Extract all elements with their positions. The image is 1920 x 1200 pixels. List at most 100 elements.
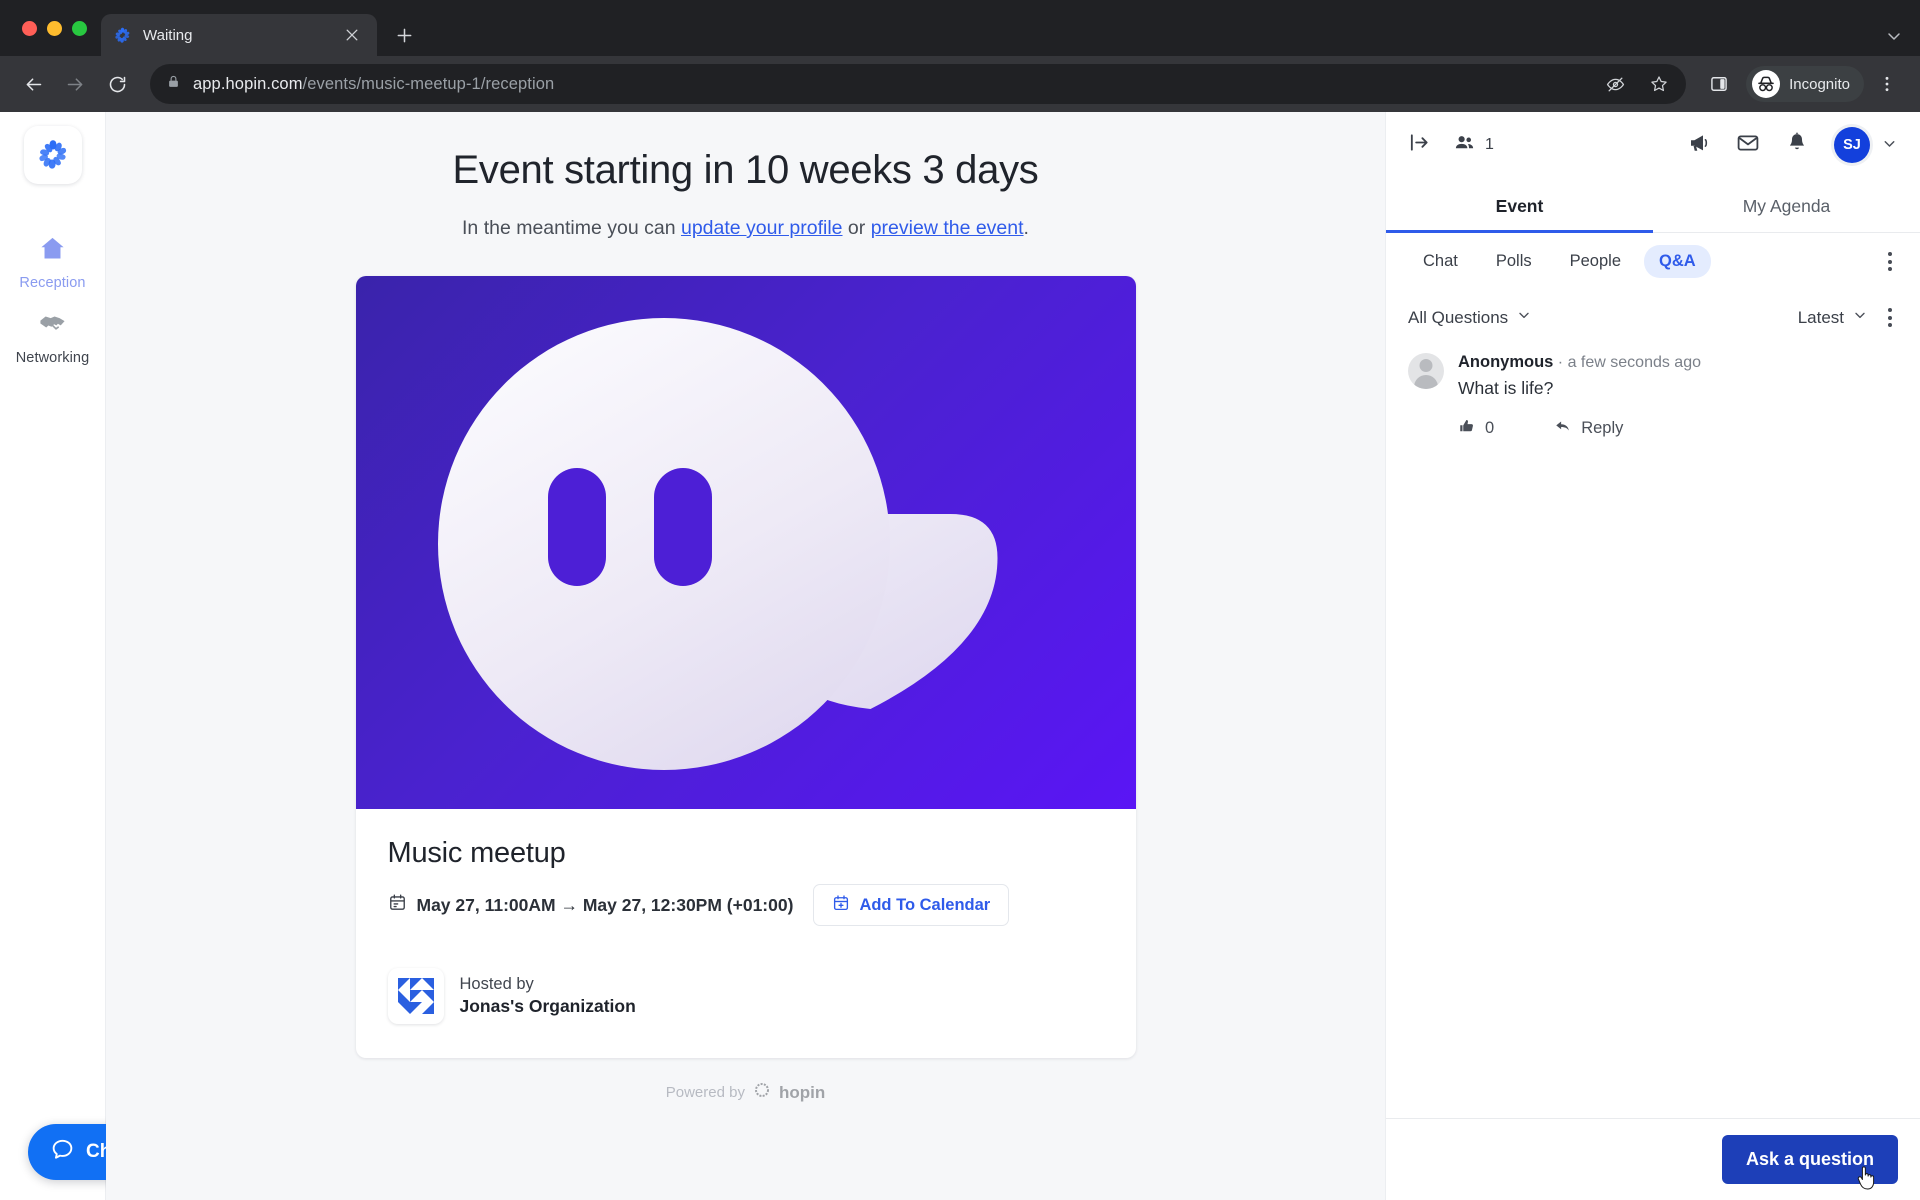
subtab-polls[interactable]: Polls [1481, 245, 1547, 278]
subtitle-or: or [842, 217, 871, 239]
url-path: /events/music-meetup-1/reception [302, 74, 555, 93]
powered-by-label: Powered by [665, 1084, 745, 1101]
panel-subtabs: Chat Polls People Q&A [1386, 233, 1920, 290]
eye-slash-icon[interactable] [1596, 65, 1634, 103]
address-bar-url: app.hopin.com/events/music-meetup-1/rece… [193, 75, 554, 94]
panel-tabs: Event My Agenda [1386, 178, 1920, 233]
ghost-eye-right [653, 468, 712, 586]
reply-arrow-icon [1554, 417, 1572, 440]
side-panel-icon[interactable] [1700, 65, 1738, 103]
page-content: Reception Networking Chat Event starting… [0, 112, 1920, 1200]
question-author-line: Anonymous · a few seconds ago [1458, 353, 1898, 372]
add-to-calendar-label: Add To Calendar [859, 895, 991, 914]
calendar-icon [388, 893, 407, 917]
panel-footer: Ask a question [1386, 1118, 1920, 1200]
url-host: app.hopin.com [193, 74, 303, 93]
reply-button[interactable]: Reply [1554, 417, 1623, 440]
minimize-window-button[interactable] [47, 20, 62, 36]
subtab-chat[interactable]: Chat [1408, 245, 1473, 278]
questions-filter-label: All Questions [1408, 307, 1509, 327]
ghost-illustration [355, 276, 1136, 809]
star-icon[interactable] [1640, 65, 1678, 103]
people-count[interactable]: 1 [1453, 131, 1494, 159]
questions-list: Anonymous · a few seconds ago What is li… [1386, 339, 1920, 1118]
panel-header: 1 SJ [1386, 112, 1920, 178]
tab-title: Waiting [143, 26, 193, 44]
collapse-panel-icon[interactable] [1408, 131, 1431, 159]
hopin-logo-icon [754, 1082, 770, 1103]
add-to-calendar-button[interactable]: Add To Calendar [813, 884, 1010, 926]
megaphone-icon[interactable] [1687, 131, 1711, 160]
forward-arrow-icon[interactable] [56, 65, 94, 103]
browser-window: Waiting app.hopin.com/events/music-meetu [0, 0, 1920, 1200]
avatar[interactable]: SJ [1834, 127, 1870, 163]
kebab-menu-icon[interactable] [1882, 246, 1898, 277]
tab-my-agenda[interactable]: My Agenda [1653, 178, 1920, 232]
envelope-icon[interactable] [1736, 131, 1760, 160]
hosted-by-label: Hosted by [459, 975, 534, 993]
bell-icon[interactable] [1785, 131, 1809, 160]
sort-dropdown[interactable]: Latest [1798, 307, 1868, 328]
event-card: Music meetup May 27, 11:00AM → May 27, 1… [355, 276, 1136, 1058]
incognito-indicator[interactable]: Incognito [1746, 66, 1864, 102]
questions-filter-dropdown[interactable]: All Questions [1408, 307, 1532, 328]
chevron-down-icon[interactable] [1881, 135, 1898, 155]
sidebar-item-label: Networking [15, 350, 90, 366]
address-bar[interactable]: app.hopin.com/events/music-meetup-1/rece… [150, 64, 1687, 104]
chevron-down-icon [1516, 307, 1532, 328]
ghost-eye-left [547, 468, 606, 586]
tab-event[interactable]: Event [1386, 178, 1653, 233]
default-avatar-icon [1408, 353, 1444, 389]
chevron-down-icon [1852, 307, 1868, 328]
page-subtitle: In the meantime you can update your prof… [462, 217, 1029, 240]
host-organization-name: Jonas's Organization [459, 996, 636, 1016]
kebab-menu-icon[interactable] [1882, 302, 1898, 333]
hopin-logo-icon[interactable] [23, 126, 82, 184]
event-host: Hosted by Jonas's Organization [387, 968, 1104, 1024]
incognito-icon [1752, 70, 1781, 98]
event-title: Music meetup [387, 837, 566, 869]
main-content: Event starting in 10 weeks 3 days In the… [106, 112, 1385, 1200]
list-item: Anonymous · a few seconds ago What is li… [1408, 353, 1898, 440]
people-icon [1453, 131, 1476, 159]
left-navigation-rail: Reception Networking Chat [0, 112, 155, 1200]
like-button[interactable]: 0 [1458, 417, 1494, 440]
people-count-value: 1 [1485, 136, 1494, 153]
subtab-qa[interactable]: Q&A [1644, 245, 1711, 278]
chat-bubble-icon [50, 1137, 75, 1167]
question-text: What is life? [1458, 378, 1554, 398]
reload-icon[interactable] [98, 65, 136, 103]
powered-by: Powered by hopin [666, 1082, 825, 1103]
kebab-menu-icon[interactable] [1868, 65, 1906, 103]
sidebar-item-reception[interactable]: Reception [0, 220, 105, 295]
close-icon[interactable] [339, 22, 365, 48]
subtab-people[interactable]: People [1555, 245, 1636, 278]
thumbs-up-icon [1458, 417, 1476, 440]
like-count: 0 [1485, 419, 1495, 437]
calendar-plus-icon [832, 894, 850, 917]
maximize-window-button[interactable] [72, 20, 87, 36]
window-controls [14, 0, 101, 56]
handshake-icon [38, 309, 67, 343]
new-tab-button[interactable] [387, 18, 421, 52]
subtitle-suffix: . [1023, 217, 1029, 239]
event-schedule: May 27, 11:00AM → May 27, 12:30PM (+01:0… [388, 893, 794, 917]
update-profile-link[interactable]: update your profile [681, 217, 843, 239]
preview-event-link[interactable]: preview the event [871, 217, 1024, 239]
event-side-panel: 1 SJ Event My Agenda Chat Polls People Q… [1385, 112, 1920, 1200]
tab-strip: Waiting [0, 0, 1920, 56]
back-arrow-icon[interactable] [14, 65, 52, 103]
page-title: Event starting in 10 weeks 3 days [452, 148, 1039, 192]
sidebar-item-label: Reception [19, 275, 86, 291]
question-separator: · [1557, 354, 1564, 371]
qa-filter-row: All Questions Latest [1386, 290, 1920, 339]
event-schedule-text: May 27, 11:00AM → May 27, 12:30PM (+01:0… [416, 894, 794, 915]
tab-search-button[interactable] [1884, 26, 1904, 46]
subtitle-prefix: In the meantime you can [462, 217, 681, 239]
question-timestamp: a few seconds ago [1567, 354, 1701, 371]
browser-tab[interactable]: Waiting [101, 14, 377, 56]
sidebar-item-networking[interactable]: Networking [0, 295, 105, 370]
browser-toolbar: app.hopin.com/events/music-meetup-1/rece… [0, 56, 1920, 112]
sort-label: Latest [1797, 307, 1844, 327]
close-window-button[interactable] [22, 20, 37, 36]
